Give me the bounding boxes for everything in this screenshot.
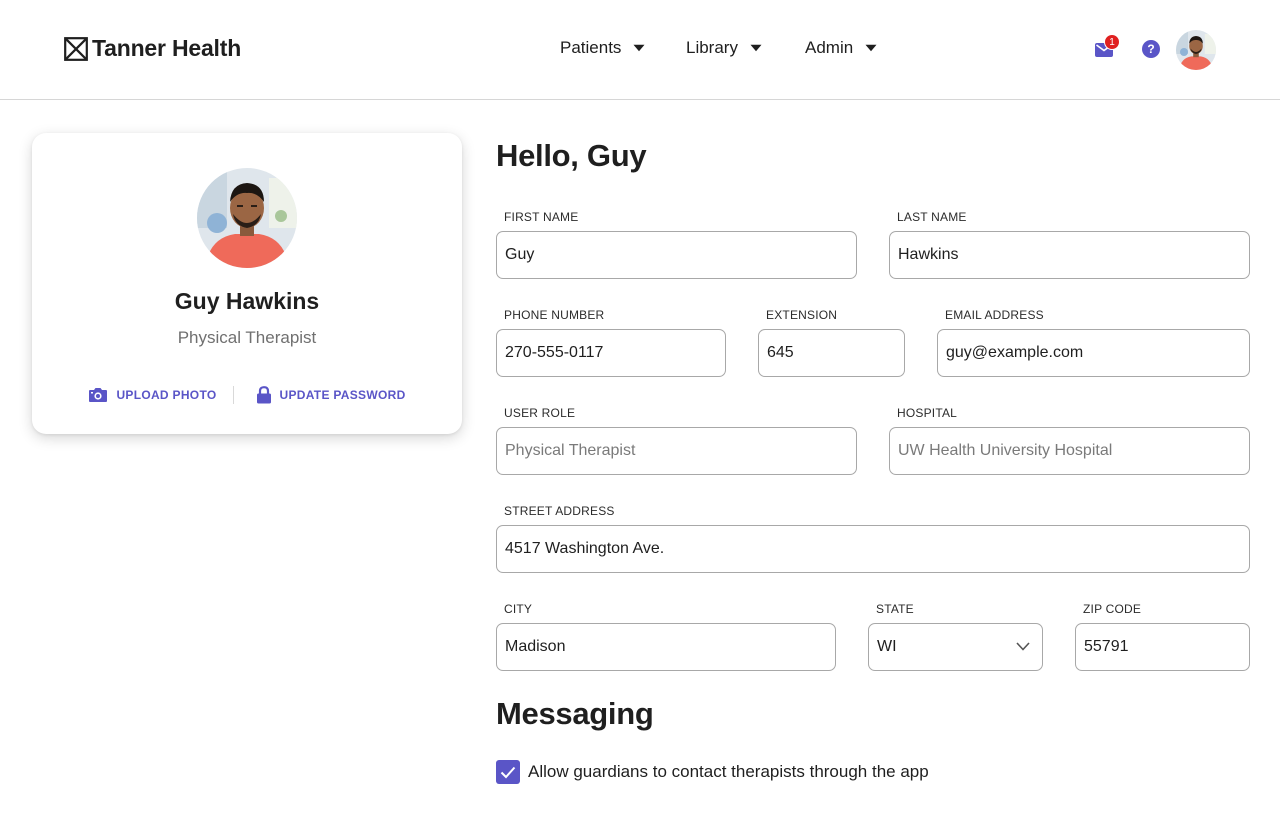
upload-photo-label: UPLOAD PHOTO [116,388,217,402]
unread-badge: 1 [1104,34,1120,50]
messages-button[interactable]: 1 [1094,34,1120,60]
allow-guardians-option: Allow guardians to contact therapists th… [496,760,929,784]
hospital-field[interactable] [889,427,1250,475]
top-navigation-bar: Tanner Health Patients Library Admin 1 ? [0,0,1280,100]
nav-patients-label: Patients [560,38,622,57]
user-role-field[interactable] [496,427,857,475]
nav-admin[interactable]: Admin [805,38,895,58]
profile-photo [197,168,297,268]
caret-down-icon [750,44,762,52]
nav-patients[interactable]: Patients [560,38,686,58]
greeting-heading: Hello, Guy [496,138,647,173]
question-circle-icon[interactable]: ? [1142,40,1160,58]
profile-role: Physical Therapist [177,328,317,347]
user-role-label: USER ROLE [504,406,576,420]
x-box-icon [64,36,88,61]
first-name-field[interactable] [496,231,857,279]
main-nav: Patients Library Admin [560,38,895,58]
state-value: WI [877,638,897,655]
profile-actions: UPLOAD PHOTO UPDATE PASSWORD [32,386,462,404]
email-label: EMAIL ADDRESS [945,308,1044,322]
phone-field[interactable] [496,329,726,377]
divider [232,386,234,404]
profile-name: Guy Hawkins [174,288,320,314]
caret-down-icon [865,44,877,52]
allow-guardians-label: Allow guardians to contact therapists th… [528,762,929,781]
profile-avatar [197,168,297,268]
last-name-label: LAST NAME [897,210,967,224]
camera-icon [89,388,108,402]
zip-code-label: ZIP CODE [1083,602,1142,616]
hospital-label: HOSPITAL [897,406,958,420]
messaging-heading: Messaging [496,696,654,731]
extension-field[interactable] [758,329,905,377]
profile-card: Guy Hawkins Physical Therapist UPLOAD PH… [32,133,462,434]
extension-label: EXTENSION [766,308,838,322]
upload-photo-button[interactable]: UPLOAD PHOTO [88,387,216,403]
nav-admin-label: Admin [805,38,854,57]
caret-down-icon [633,44,645,52]
check-icon [500,766,516,778]
brand[interactable]: Tanner Health [64,35,241,62]
email-field[interactable] [937,329,1250,377]
update-password-button[interactable]: UPDATE PASSWORD [256,386,406,404]
nav-library[interactable]: Library [686,38,805,58]
lock-icon [256,386,271,404]
avatar-photo [1176,30,1216,70]
update-password-label: UPDATE PASSWORD [279,388,406,402]
nav-library-label: Library [686,38,738,57]
phone-label: PHONE NUMBER [504,308,605,322]
user-avatar[interactable] [1176,30,1216,70]
city-field[interactable] [496,623,836,671]
street-address-label: STREET ADDRESS [504,504,615,518]
last-name-field[interactable] [889,231,1250,279]
state-select[interactable]: WI [868,623,1043,671]
chevron-down-icon [1016,642,1030,651]
brand-name: Tanner Health [92,35,242,61]
city-label: CITY [504,602,533,616]
state-label: STATE [876,602,914,616]
zip-code-field[interactable] [1075,623,1250,671]
street-address-field[interactable] [496,525,1250,573]
allow-guardians-checkbox[interactable] [496,760,520,784]
first-name-label: FIRST NAME [504,210,579,224]
